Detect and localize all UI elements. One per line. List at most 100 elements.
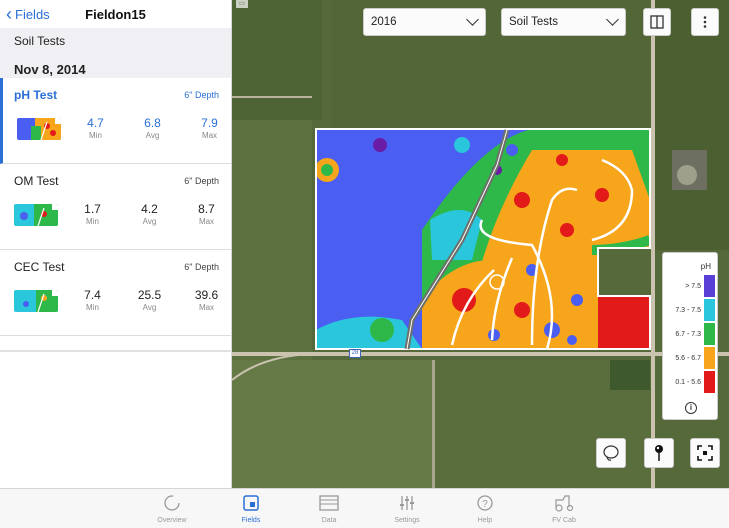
legend-label: 5.6 - 6.7 <box>675 354 701 362</box>
test-stats: 7.4 Min 25.5 Avg 39.6 Max <box>64 288 235 312</box>
stat-min: 1.7 Min <box>64 202 121 226</box>
tab-fields[interactable]: Fields <box>221 493 281 524</box>
cec-thumbnail <box>14 290 58 312</box>
legend-row: 7.3 - 7.5 <box>665 299 715 321</box>
stat-max: 39.6 Max <box>178 288 235 312</box>
lasso-button[interactable] <box>596 438 626 468</box>
stat-label: Max <box>201 131 218 140</box>
app: ‹ Fields Fieldon15 Soil Tests Nov 8, 201… <box>0 0 729 528</box>
nav-bar: ‹ Fields Fieldon15 <box>0 0 231 28</box>
back-label: Fields <box>15 6 50 22</box>
stat-avg: 6.8 Avg <box>124 116 181 140</box>
stat-label: Avg <box>142 303 157 312</box>
legend-title: pH <box>700 262 711 271</box>
tab-data[interactable]: Data <box>299 493 359 524</box>
chevron-left-icon: ‹ <box>6 4 12 24</box>
more-vert-icon <box>703 16 707 28</box>
test-row-ph[interactable]: pH Test 6" Depth 4.7 Min 6.8 Avg 7.9 Max <box>0 78 231 164</box>
info-icon[interactable]: i <box>685 402 697 414</box>
stat-label: Avg <box>142 217 157 226</box>
tab-label: Data <box>321 517 337 524</box>
legend-row: 5.6 - 6.7 <box>665 347 715 369</box>
tab-label: FV Cab <box>552 517 576 524</box>
test-depth: 6" Depth <box>184 90 219 100</box>
legend-label: 7.3 - 7.5 <box>675 306 701 314</box>
ph-legend: pH > 7.5 7.3 - 7.5 6.7 - 7.3 5.6 - 6.7 0… <box>662 252 718 420</box>
panel-toggle-icon <box>650 15 664 29</box>
tab-fv-cab[interactable]: FV Cab <box>534 493 594 524</box>
legend-row: 0.1 - 5.6 <box>665 371 715 393</box>
chevron-down-icon <box>606 13 619 26</box>
help-icon: ? <box>477 495 493 511</box>
panel-toggle-button[interactable] <box>643 8 671 36</box>
stat-avg: 4.2 Avg <box>121 202 178 226</box>
road-vertical <box>651 0 655 488</box>
stat-max: 8.7 Max <box>178 202 235 226</box>
om-thumbnail <box>14 204 58 226</box>
test-stats: 4.7 Min 6.8 Avg 7.9 Max <box>67 116 238 140</box>
ph-thumbnail <box>17 118 61 140</box>
stat-label: Min <box>89 131 102 140</box>
pin-icon <box>655 445 663 461</box>
legend-row: 6.7 - 7.3 <box>665 323 715 345</box>
legend-swatch <box>704 347 715 369</box>
map-view[interactable]: ▭ 28 2016 Soil Tests pH > 7.5 7.3 - 7.5 … <box>232 0 729 488</box>
overview-icon <box>164 495 180 511</box>
stat-value: 8.7 <box>198 202 215 216</box>
stat-min: 4.7 Min <box>67 116 124 140</box>
more-button[interactable] <box>691 8 719 36</box>
section-title: Soil Tests <box>14 34 66 48</box>
tab-label: Overview <box>157 517 187 524</box>
chevron-down-icon <box>466 13 479 26</box>
stat-label: Max <box>198 217 215 226</box>
tractor-icon <box>555 495 574 512</box>
layer-select-value: Soil Tests <box>509 16 559 28</box>
test-row-cec[interactable]: CEC Test 6" Depth 7.4 Min 25.5 Avg 39.6 Max <box>0 250 231 336</box>
tab-settings[interactable]: Settings <box>377 493 437 524</box>
legend-swatch <box>704 323 715 345</box>
test-depth: 6" Depth <box>184 262 219 272</box>
stat-avg: 25.5 Avg <box>121 288 178 312</box>
fields-icon <box>243 495 259 511</box>
route-sign: 28 <box>349 349 361 358</box>
pin-button[interactable] <box>644 438 674 468</box>
year-select[interactable]: 2016 <box>363 8 486 36</box>
layer-select[interactable]: Soil Tests <box>501 8 626 36</box>
stat-value: 4.2 <box>141 202 158 216</box>
tab-label: Settings <box>394 517 420 524</box>
ph-heatmap <box>316 129 650 349</box>
stat-max: 7.9 Max <box>181 116 238 140</box>
focus-icon <box>697 445 713 461</box>
test-depth: 6" Depth <box>184 176 219 186</box>
field-detail-panel: ‹ Fields Fieldon15 Soil Tests Nov 8, 201… <box>0 0 232 488</box>
lasso-icon <box>603 445 619 461</box>
satellite-map[interactable] <box>232 0 729 488</box>
legend-swatch <box>704 371 715 393</box>
svg-text:?: ? <box>482 499 488 510</box>
tab-bar: Overview Fields Data Settings ? Help FV … <box>0 488 729 528</box>
stat-value: 1.7 <box>84 202 101 216</box>
legend-swatch <box>704 275 715 297</box>
stat-label: Max <box>198 303 215 312</box>
test-stats: 1.7 Min 4.2 Avg 8.7 Max <box>64 202 235 226</box>
stat-value: 39.6 <box>194 288 219 302</box>
test-row-om[interactable]: OM Test 6" Depth 1.7 Min 4.2 Avg 8.7 Max <box>0 164 231 250</box>
tab-help[interactable]: ? Help <box>455 493 515 524</box>
legend-row: > 7.5 <box>665 275 715 297</box>
settings-icon <box>400 496 414 510</box>
legend-label: 6.7 - 7.3 <box>675 330 701 338</box>
stat-label: Min <box>86 217 99 226</box>
test-date: Nov 8, 2014 <box>14 62 86 77</box>
data-icon <box>319 495 339 511</box>
tab-overview[interactable]: Overview <box>142 493 202 524</box>
legend-label: 0.1 - 5.6 <box>675 378 701 386</box>
focus-button[interactable] <box>690 438 720 468</box>
stat-value: 6.8 <box>144 116 161 130</box>
back-button[interactable]: ‹ Fields <box>6 5 50 23</box>
map-logo: ▭ <box>236 0 248 8</box>
stat-value: 25.5 <box>137 288 162 302</box>
legend-swatch <box>704 299 715 321</box>
stat-label: Avg <box>145 131 160 140</box>
panel-divider <box>0 350 232 352</box>
tab-label: Fields <box>241 517 261 524</box>
